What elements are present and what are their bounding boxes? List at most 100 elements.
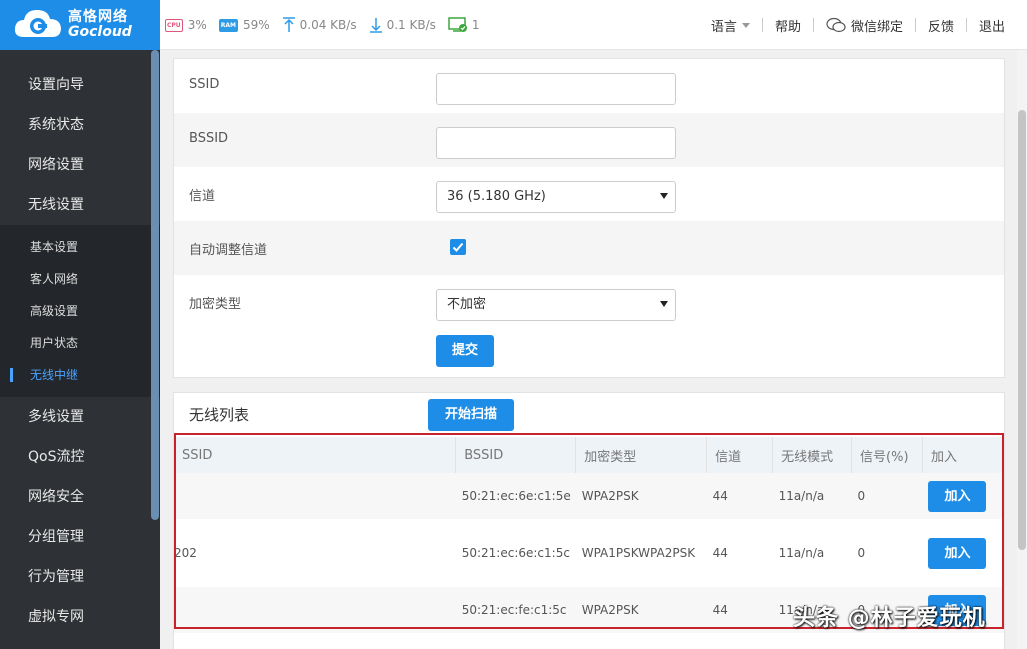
- ram-value: 59%: [242, 18, 270, 32]
- cell-join: 加入: [922, 473, 1004, 519]
- status-stats: CPU 3% RAM 59% 0.04 KB/s 0.1 KB/s 1: [165, 0, 492, 50]
- encryption-row: 加密类型 不加密: [174, 275, 1004, 329]
- cloud-logo-icon: [14, 10, 61, 37]
- sidebar-item-wireless-settings[interactable]: 无线设置: [0, 185, 160, 225]
- sidebar-subitem-advanced[interactable]: 高级设置: [0, 295, 160, 327]
- checkmark-icon: [452, 242, 464, 252]
- upload-stat: 0.04 KB/s: [282, 17, 357, 33]
- cell-channel: 44: [706, 587, 773, 633]
- encryption-select-wrap: 不加密: [436, 289, 676, 321]
- auto-channel-label: 自动调整信道: [189, 243, 268, 258]
- col-bssid[interactable]: BSSID: [455, 437, 577, 473]
- language-menu[interactable]: 语言: [699, 16, 762, 35]
- sidebar-item-network-settings[interactable]: 网络设置: [0, 145, 160, 185]
- sidebar-subitem-basic[interactable]: 基本设置: [0, 231, 160, 263]
- help-link[interactable]: 帮助: [763, 16, 813, 35]
- cell-encryption: WPA1PSKWPA2PSK: [581, 546, 696, 560]
- logout-link[interactable]: 退出: [967, 16, 1017, 35]
- cell-ssid: [174, 473, 456, 519]
- top-menu: 语言 帮助 微信绑定 反馈 退出: [699, 0, 1017, 50]
- cell-signal: 0: [851, 473, 923, 519]
- sidebar-scrollbar[interactable]: [151, 50, 159, 520]
- watermark: 头条 @林子爱玩机: [793, 606, 986, 631]
- join-button[interactable]: 加入: [928, 537, 987, 569]
- table-header-row: SSID BSSID 加密类型 信道 无线模式 信号(%) 加入: [174, 437, 1005, 473]
- encryption-label: 加密类型: [189, 297, 242, 312]
- cpu-stat: CPU 3%: [165, 18, 207, 32]
- ssid-label: SSID: [189, 77, 220, 92]
- cell-encryption: WPA2PSK: [575, 587, 707, 633]
- cpu-icon: CPU: [165, 18, 183, 32]
- sidebar-item-qos[interactable]: QoS流控: [0, 437, 160, 477]
- chevron-down-icon: [741, 22, 750, 28]
- col-mode[interactable]: 无线模式: [772, 437, 853, 473]
- cell-mode: 11a/n/a: [778, 546, 825, 560]
- cell-channel: 44: [706, 473, 773, 519]
- language-label: 语言: [710, 19, 737, 35]
- sidebar-subitem-wireless-repeater[interactable]: 无线中继: [0, 359, 160, 391]
- cell-encryption: WPA2PSK: [575, 473, 707, 519]
- wechat-icon: [826, 17, 846, 33]
- col-ssid[interactable]: SSID: [174, 437, 457, 473]
- cell-ssid: [174, 587, 456, 633]
- sidebar-item-multi-wan[interactable]: 多线设置: [0, 397, 160, 437]
- table-row: 202 50:21:ec:6e:c1:5c WPA1PSKWPA2PSK 44 …: [174, 519, 1004, 587]
- sidebar-item-group-management[interactable]: 分组管理: [0, 517, 160, 557]
- channel-select-wrap: 36 (5.180 GHz): [436, 181, 676, 213]
- encryption-select[interactable]: 不加密: [436, 289, 676, 321]
- start-scan-button[interactable]: 开始扫描: [428, 399, 514, 431]
- upload-arrow-icon: [282, 17, 295, 32]
- monitor-check-icon: [448, 17, 467, 32]
- col-signal[interactable]: 信号(%): [851, 437, 923, 473]
- scrollbar-thumb[interactable]: [1018, 110, 1026, 550]
- wireless-submenu: 基本设置 客人网络 高级设置 用户状态 无线中继: [0, 225, 160, 397]
- bssid-label: BSSID: [189, 131, 229, 146]
- auto-channel-checkbox[interactable]: [450, 239, 466, 255]
- list-header: 无线列表 开始扫描: [174, 393, 1004, 433]
- feedback-link[interactable]: 反馈: [916, 16, 966, 35]
- cell-bssid: 50:21:ec:6e:c1:5c: [461, 546, 570, 560]
- ssid-row: SSID: [174, 59, 1004, 113]
- page-scrollbar[interactable]: [1017, 50, 1027, 649]
- sidebar-item-vpn[interactable]: 虚拟专网: [0, 597, 160, 637]
- ram-icon: RAM: [218, 18, 238, 32]
- download-arrow-icon: [369, 18, 382, 33]
- brand-en: Gocloud: [68, 24, 132, 40]
- cpu-value: 3%: [187, 18, 207, 32]
- upload-value: 0.04 KB/s: [299, 18, 357, 32]
- bssid-input[interactable]: [436, 127, 676, 159]
- ram-stat: RAM 59%: [218, 18, 270, 32]
- brand-cn: 高恪网络: [68, 9, 128, 25]
- bssid-row: BSSID: [174, 113, 1004, 167]
- col-encryption[interactable]: 加密类型: [575, 437, 708, 473]
- sidebar-item-system-status[interactable]: 系统状态: [0, 105, 160, 145]
- sidebar-subitem-user-status[interactable]: 用户状态: [0, 327, 160, 359]
- table-row: 50:21:ec:6e:c1:5e WPA2PSK 44 11a/n/a 0 加…: [174, 473, 1004, 519]
- repeater-form-panel: SSID BSSID 信道 36 (5.180 GHz) 自动调整信道 加密类型…: [173, 58, 1005, 378]
- cell-ssid: 202: [174, 546, 197, 560]
- wechat-bind-link[interactable]: 微信绑定: [814, 16, 915, 35]
- sidebar-item-setup-wizard[interactable]: 设置向导: [0, 65, 160, 105]
- logo[interactable]: 高恪网络 Gocloud: [0, 0, 160, 50]
- ssid-input[interactable]: [436, 73, 676, 105]
- cell-mode: 11a/n/a: [772, 473, 852, 519]
- top-bar: 高恪网络 Gocloud CPU 3% RAM 59% 0.04 KB/s 0.…: [0, 0, 1027, 50]
- channel-select[interactable]: 36 (5.180 GHz): [436, 181, 676, 213]
- auto-channel-row: 自动调整信道: [174, 221, 1004, 275]
- devices-value: 1: [471, 18, 480, 32]
- devices-stat: 1: [448, 17, 480, 33]
- cell-join: 加入: [922, 519, 1003, 587]
- brand-text: 高恪网络 Gocloud: [68, 10, 132, 40]
- channel-label: 信道: [189, 189, 216, 204]
- channel-row: 信道 36 (5.180 GHz): [174, 167, 1004, 221]
- cell-bssid: 50:21:ec:fe:c1:5c: [455, 587, 576, 633]
- col-channel[interactable]: 信道: [706, 437, 774, 473]
- submit-button[interactable]: 提交: [436, 335, 494, 367]
- sidebar-item-network-security[interactable]: 网络安全: [0, 477, 160, 517]
- sidebar-item-behavior-management[interactable]: 行为管理: [0, 557, 160, 597]
- cell-bssid: 50:21:ec:6e:c1:5e: [455, 473, 576, 519]
- sidebar: 设置向导 系统状态 网络设置 无线设置 基本设置 客人网络 高级设置 用户状态 …: [0, 50, 160, 649]
- sidebar-subitem-guest-network[interactable]: 客人网络: [0, 263, 160, 295]
- join-button[interactable]: 加入: [928, 480, 987, 512]
- cell-channel: 44: [712, 546, 728, 560]
